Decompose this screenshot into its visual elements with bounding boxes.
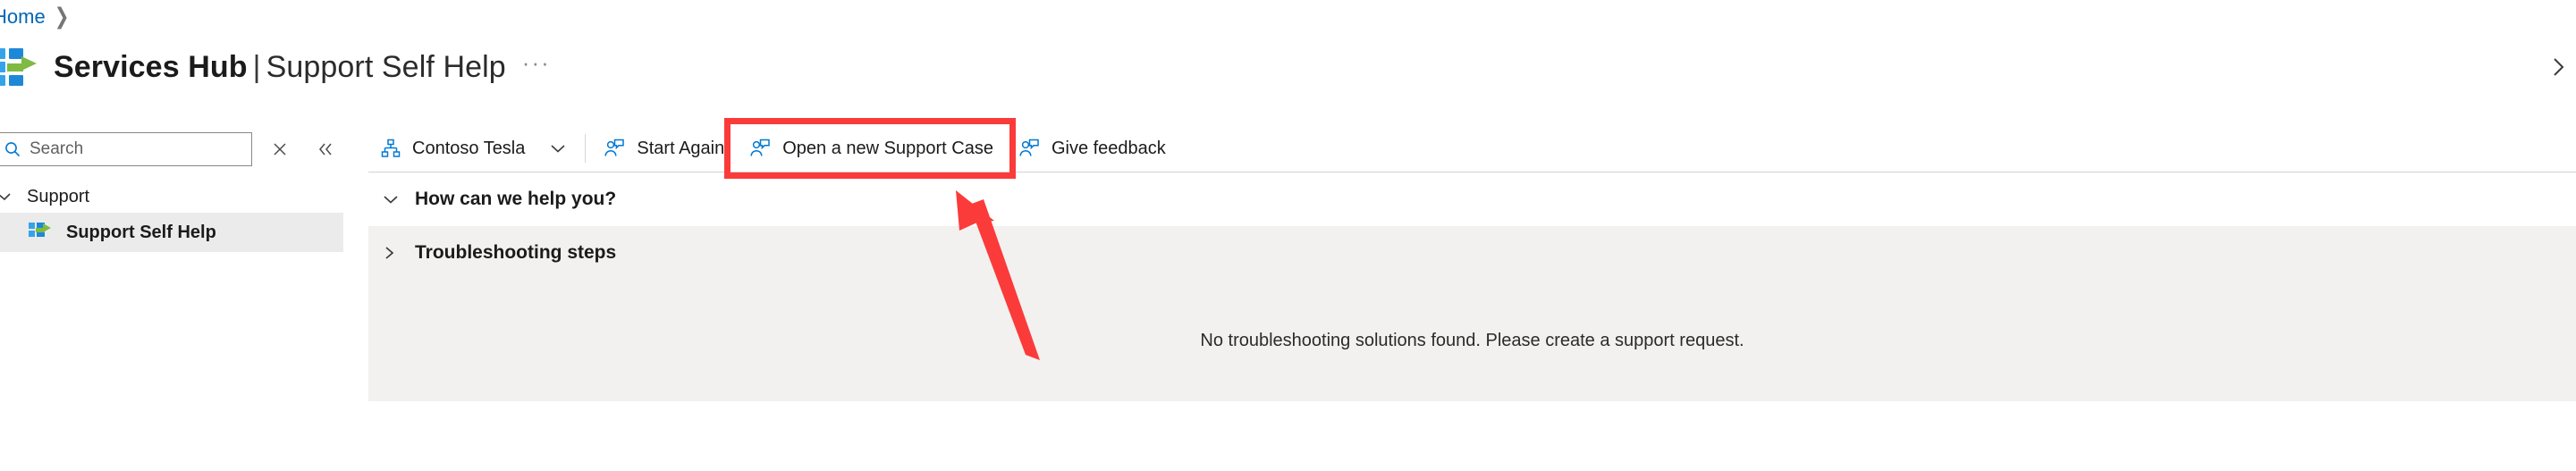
command-label: Give feedback (1051, 138, 1166, 158)
page-title-app: Services Hub (54, 49, 248, 84)
command-start-again[interactable]: Start Again (591, 125, 737, 172)
sidebar: Support Support Self Help (0, 125, 343, 471)
command-divider (585, 134, 587, 163)
sidebar-group-support: Support Support Self Help (0, 181, 343, 252)
chevron-right-icon (385, 247, 394, 259)
search-input[interactable] (30, 139, 226, 159)
sidebar-search-row (0, 132, 343, 166)
page-header: Services Hub | Support Self Help ··· (0, 43, 551, 91)
troubleshooting-empty-state: No troubleshooting solutions found. Plea… (368, 280, 2576, 401)
double-chevron-left-icon (319, 143, 332, 156)
sidebar-collapse-button[interactable] (309, 132, 343, 166)
main-content: How can we help you? Troubleshooting ste… (368, 172, 2576, 401)
support-person-icon (604, 139, 625, 158)
services-hub-logo-icon (0, 46, 38, 88)
troubleshooting-panel: Troubleshooting steps No troubleshooting… (368, 226, 2576, 401)
support-person-icon (1018, 139, 1040, 158)
chevron-right-icon (2554, 58, 2564, 76)
command-label: Start Again (637, 138, 725, 158)
search-box[interactable] (0, 132, 252, 166)
command-label: Open a new Support Case (782, 138, 993, 158)
sidebar-group-header-support[interactable]: Support (0, 181, 343, 213)
command-bar: Contoso Tesla Start Again Open a new Sup… (368, 125, 2576, 172)
app-window: Home ❯ Services Hub|Support Self Help ··… (0, 0, 2576, 471)
page-title: Services Hub | Support Self Help (54, 50, 506, 85)
page-overflow-button[interactable]: ··· (522, 51, 551, 76)
page-title-section: Support Self Help (266, 49, 506, 84)
command-label: Contoso Tesla (412, 138, 526, 158)
empty-state-message: No troubleshooting solutions found. Plea… (1200, 330, 1744, 350)
sidebar-item-support-self-help[interactable]: Support Self Help (0, 213, 343, 252)
sidebar-group-label: Support (27, 186, 90, 206)
services-hub-logo-icon (29, 223, 52, 242)
page-title-separator: | (252, 49, 261, 84)
command-give-feedback[interactable]: Give feedback (1006, 125, 1178, 172)
section-label: Troubleshooting steps (415, 242, 617, 263)
chevron-right-icon: ❯ (54, 4, 70, 29)
section-troubleshooting-steps[interactable]: Troubleshooting steps (368, 226, 2576, 280)
breadcrumb-item-home[interactable]: Home (0, 7, 46, 27)
command-open-a-new-support-case[interactable]: Open a new Support Case (737, 125, 1006, 172)
close-icon (274, 143, 286, 156)
chevron-down-icon (384, 196, 398, 204)
org-hierarchy-icon (381, 139, 401, 158)
support-person-icon (749, 139, 771, 158)
search-clear-button[interactable] (263, 132, 297, 166)
chevron-down-icon[interactable] (549, 142, 567, 155)
chevron-down-icon (0, 193, 11, 201)
section-label: How can we help you? (415, 189, 617, 209)
section-how-can-we-help-you[interactable]: How can we help you? (368, 172, 2576, 226)
command-contoso-tesla[interactable]: Contoso Tesla (368, 125, 579, 172)
breadcrumb: Home ❯ (0, 4, 70, 29)
sidebar-item-label: Support Self Help (66, 222, 216, 242)
panel-expand-chevron-button[interactable] (2547, 55, 2571, 79)
search-icon (4, 141, 21, 157)
